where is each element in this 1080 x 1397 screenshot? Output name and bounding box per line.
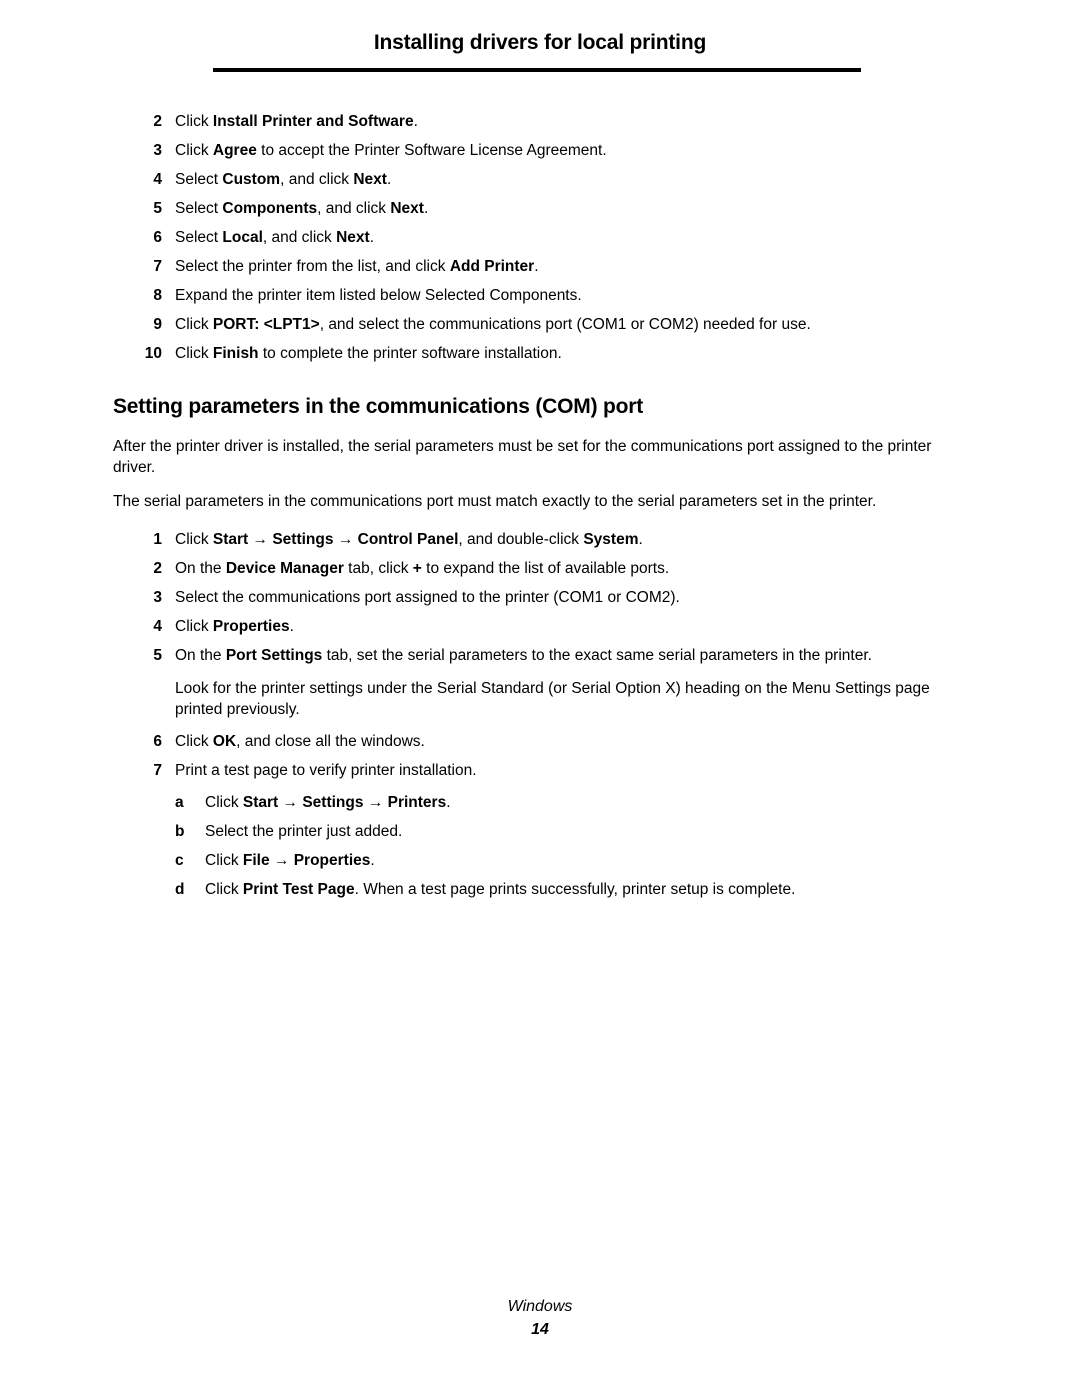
document-page: Installing drivers for local printing 2C… bbox=[0, 0, 1080, 1397]
list-item: 9 Click PORT: <LPT1>, and select the comm… bbox=[113, 315, 967, 335]
list-item-text: Select Custom, and click Next. bbox=[175, 171, 392, 188]
list-item-marker: 10 bbox=[144, 345, 162, 362]
list-item-text: Select Components, and click Next. bbox=[175, 200, 429, 217]
footer-section-label: Windows bbox=[507, 1298, 573, 1315]
section-paragraph-1: After the printer driver is installed, t… bbox=[113, 438, 932, 476]
page-header-title: Installing drivers for local printing bbox=[373, 31, 707, 54]
list-item: 1 Click Start → Settings → Control Panel,… bbox=[113, 530, 967, 550]
list-item: 5 Select Components, and click Next. bbox=[113, 199, 967, 219]
list-item: c Click File → Properties. bbox=[113, 851, 967, 871]
list-item-marker: 9 bbox=[153, 316, 162, 333]
list-item-text: Click Properties. bbox=[175, 618, 294, 635]
procedure-list-install-drivers: 2 Click Install Printer and Software. 3 Cli… bbox=[113, 112, 967, 364]
list-item-text: Click OK, and close all the windows. bbox=[175, 733, 425, 750]
list-item-text: Select the printer from the list, and cl… bbox=[175, 258, 539, 275]
list-item: d Click Print Test Page. When a test page… bbox=[113, 880, 967, 900]
list-item-text: On the Port Settings tab, set the serial… bbox=[175, 647, 872, 664]
list-item: 7 Print a test page to verify printer ins… bbox=[113, 761, 967, 781]
list-item: 3 Select the communications port assigned… bbox=[113, 588, 967, 608]
page-content: 2 Click Install Printer and Software. 3 Cli… bbox=[113, 112, 967, 900]
list-item-marker: 1 bbox=[153, 531, 162, 548]
list-item-marker: 7 bbox=[153, 258, 162, 275]
list-item-marker: 2 bbox=[153, 113, 162, 130]
list-item: 4 Select Custom, and click Next. bbox=[113, 170, 967, 190]
list-item-marker: a bbox=[175, 794, 184, 811]
list-item-marker: 5 bbox=[153, 200, 162, 217]
list-item-marker: 5 bbox=[153, 647, 162, 664]
list-item: 4 Click Properties. bbox=[113, 617, 967, 637]
list-item-text: Expand the printer item listed below Sel… bbox=[175, 287, 582, 304]
list-item-marker: d bbox=[175, 881, 185, 898]
list-item-text: Select the communications port assigned … bbox=[175, 589, 680, 606]
page-footer: Windows 14 bbox=[0, 1296, 1080, 1340]
list-item-text: Select Local, and click Next. bbox=[175, 229, 375, 246]
list-item: a Click Start → Settings → Printers. bbox=[113, 793, 967, 813]
list-item: 2 On the Device Manager tab, click + to e… bbox=[113, 559, 967, 579]
list-item-marker: 2 bbox=[153, 560, 162, 577]
list-item-text: Select the printer just added. bbox=[205, 823, 403, 840]
list-item: 10 Click Finish to complete the printer s… bbox=[113, 344, 967, 364]
header-divider-rule bbox=[213, 68, 861, 72]
list-item: 6 Select Local, and click Next. bbox=[113, 228, 967, 248]
list-item-text: Click Finish to complete the printer sof… bbox=[175, 345, 562, 362]
list-item: 5 On the Port Settings tab, set the seria… bbox=[113, 646, 967, 666]
list-item-marker: 7 bbox=[153, 762, 162, 779]
procedure-list-com-settings: 1 Click Start → Settings → Control Panel,… bbox=[113, 530, 967, 666]
list-item-text: On the Device Manager tab, click + to ex… bbox=[175, 560, 670, 577]
list-item-marker: 4 bbox=[153, 618, 162, 635]
list-item: 8 Expand the printer item listed below Se… bbox=[113, 286, 967, 306]
list-item-marker: 4 bbox=[153, 171, 162, 188]
list-item: 2 Click Install Printer and Software. bbox=[113, 112, 967, 132]
list-item: 6 Click OK, and close all the windows. bbox=[113, 732, 967, 752]
list-item: b Select the printer just added. bbox=[113, 822, 967, 842]
list-item-text: Print a test page to verify printer inst… bbox=[175, 762, 477, 779]
page-header: Installing drivers for local printing bbox=[0, 30, 1080, 56]
procedure-note-menu-settings: Look for the printer settings under the … bbox=[175, 680, 930, 718]
list-item-marker: b bbox=[175, 823, 185, 840]
footer-page-number: 14 bbox=[531, 1321, 549, 1338]
list-item-text: Click Print Test Page. When a test page … bbox=[205, 881, 796, 898]
list-item-text: Click PORT: <LPT1>, and select the commu… bbox=[175, 316, 811, 333]
list-item-marker: 3 bbox=[153, 589, 162, 606]
list-item-text: Click Agree to accept the Printer Softwa… bbox=[175, 142, 607, 159]
list-item-text: Click File → Properties. bbox=[205, 852, 375, 869]
list-item-marker: 8 bbox=[153, 287, 162, 304]
section-heading-com-port: Setting parameters in the communications… bbox=[113, 395, 644, 418]
list-item-marker: 6 bbox=[153, 733, 162, 750]
list-item-marker: 6 bbox=[153, 229, 162, 246]
section-paragraph-2: The serial parameters in the communicati… bbox=[113, 493, 877, 510]
list-item: 3 Click Agree to accept the Printer Softw… bbox=[113, 141, 967, 161]
list-item-marker: 3 bbox=[153, 142, 162, 159]
procedure-list-com-settings-continued: 6 Click OK, and close all the windows. 7 Pr… bbox=[113, 732, 967, 781]
list-item-text: Click Start → Settings → Control Panel, … bbox=[175, 531, 643, 548]
procedure-sublist-test-page: a Click Start → Settings → Printers. b Sele… bbox=[113, 793, 967, 900]
list-item: 7 Select the printer from the list, and c… bbox=[113, 257, 967, 277]
list-item-text: Click Start → Settings → Printers. bbox=[205, 794, 451, 811]
list-item-text: Click Install Printer and Software. bbox=[175, 113, 418, 130]
list-item-marker: c bbox=[175, 852, 184, 869]
